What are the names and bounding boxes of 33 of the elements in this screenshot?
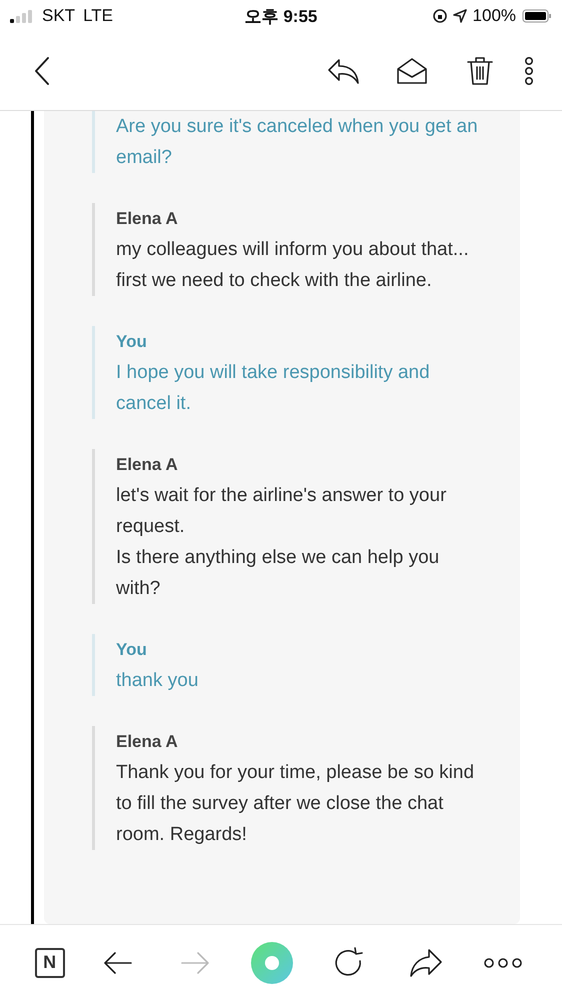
signal-icon (10, 9, 34, 23)
refresh-icon (333, 946, 366, 978)
message-author: Elena A (116, 731, 179, 753)
horizontal-dots-icon (483, 956, 524, 968)
share-icon (409, 948, 444, 978)
left-arrow-icon (102, 950, 133, 974)
network-type: LTE (83, 6, 113, 26)
message-text: first we need to check with the airline. (116, 269, 433, 293)
message-author: You (116, 331, 148, 353)
rotation-lock-icon (432, 9, 447, 23)
right-arrow-icon (180, 950, 210, 974)
battery-percent: 100% (472, 6, 516, 26)
message-text: Is there anything else we can help you with? (116, 546, 440, 601)
reply-icon (327, 57, 361, 85)
message-text: I hope you will take responsibility and cancel it. (116, 361, 431, 416)
message-text: Thank you for your time, please be so kind to fill the survey after we close the chat room. Regards! (116, 761, 476, 847)
clock: 오후 9:55 (244, 6, 318, 26)
message-text: my colleagues will inform you about that... (116, 238, 470, 262)
carrier: SKT (42, 6, 76, 26)
vertical-dots-icon (524, 56, 534, 86)
message-text: Are you sure it's canceled when you get an email? (116, 115, 479, 170)
trash-icon (466, 56, 494, 86)
chevron-left-icon (32, 56, 52, 86)
message-author: Elena A (116, 454, 179, 476)
battery-icon (522, 9, 552, 23)
message-author: Elena A (116, 208, 179, 230)
location-icon (452, 9, 467, 23)
message-text: let's wait for the airline's answer to your request. (116, 484, 448, 539)
ring-icon (250, 940, 294, 984)
message-text: thank you (116, 669, 200, 693)
logo-button[interactable]: N (34, 948, 65, 978)
envelope-icon (396, 57, 428, 85)
message-author: You (116, 639, 148, 661)
